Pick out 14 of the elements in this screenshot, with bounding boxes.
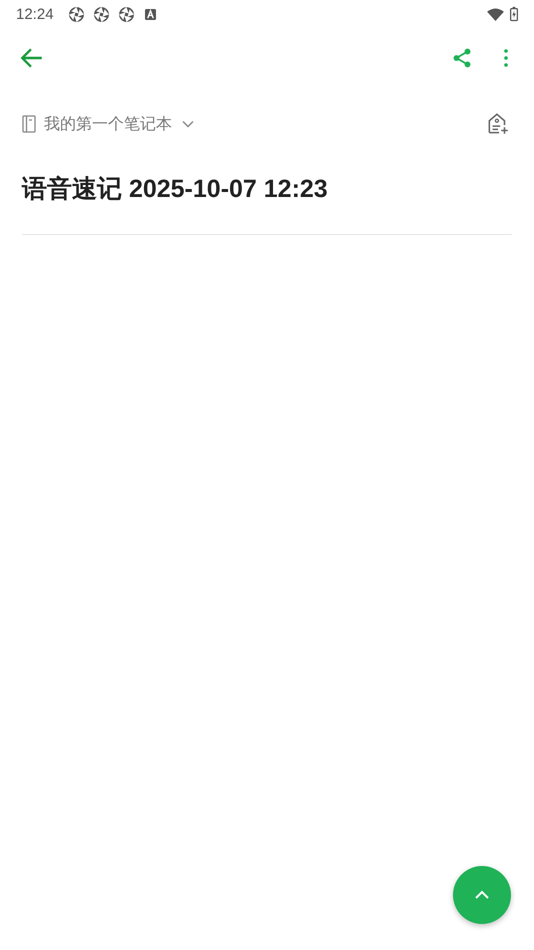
notification-icon xyxy=(118,6,135,22)
chevron-down-icon xyxy=(182,120,194,128)
status-time: 12:24 xyxy=(16,6,54,22)
keyboard-icon xyxy=(144,8,156,20)
notification-icon xyxy=(68,6,85,22)
wifi-icon xyxy=(487,8,504,20)
battery-icon xyxy=(510,6,518,22)
notification-icon xyxy=(92,6,110,22)
more-icon xyxy=(504,49,508,67)
notebook-selector[interactable]: 我的第一个笔记本 xyxy=(22,114,194,134)
share-icon xyxy=(451,47,473,69)
edit-button[interactable] xyxy=(453,866,511,924)
note-title[interactable]: 语音速记 2025-10-07 12:23 xyxy=(0,174,534,204)
notebook-icon xyxy=(22,115,36,133)
